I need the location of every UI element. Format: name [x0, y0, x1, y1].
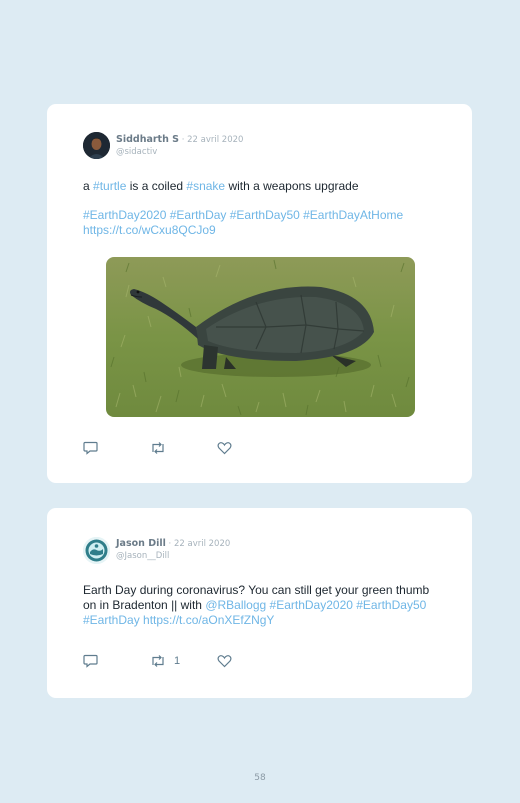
author-handle[interactable]: @Jason__Dill: [116, 551, 169, 561]
retweet-icon: [152, 442, 164, 454]
tweet-card: Siddharth S · 22 avril 2020 @sidactiv a …: [47, 104, 472, 483]
reply-button[interactable]: [83, 653, 98, 669]
avatar[interactable]: [83, 132, 110, 159]
tweet-text-segment: with a weapons upgrade: [225, 179, 359, 193]
author-name[interactable]: Jason Dill · 22 avril 2020: [116, 538, 230, 549]
author-handle[interactable]: @sidactiv: [116, 147, 157, 157]
tweet-text: a #turtle is a coiled #snake with a weap…: [83, 179, 442, 194]
tweet-hashtags: #EarthDay2020 #EarthDay #EarthDay50 #Ear…: [83, 208, 442, 238]
retweet-button[interactable]: 1: [150, 653, 180, 669]
avatar[interactable]: [83, 537, 110, 564]
tweet-text: Earth Day during coronavirus? You can st…: [83, 583, 442, 628]
tweet-link[interactable]: #turtle: [93, 179, 126, 193]
reply-button[interactable]: [83, 440, 98, 456]
tweet-date: · 22 avril 2020: [165, 539, 231, 549]
tweet-text-segment: a: [83, 179, 94, 193]
like-icon: [217, 655, 232, 668]
author-name[interactable]: Siddharth S · 22 avril 2020: [116, 134, 243, 145]
page-number: 58: [254, 773, 266, 783]
like-button[interactable]: [217, 440, 232, 456]
turtle-photo[interactable]: [106, 257, 415, 417]
tweet-date: · 22 avril 2020: [179, 135, 244, 145]
tweet-text-segment: is a coiled: [126, 179, 187, 193]
tweet-link[interactable]: #EarthDay2020 #EarthDay #EarthDay50 #Ear…: [83, 208, 403, 237]
retweet-icon: [152, 655, 164, 667]
tweet-card: Jason Dill · 22 avril 2020 @Jason__Dill …: [47, 508, 472, 698]
like-icon: [217, 442, 232, 455]
reply-icon: [83, 654, 98, 668]
reply-icon: [83, 441, 98, 455]
like-button[interactable]: [217, 653, 232, 669]
retweet-count: 1: [174, 655, 181, 667]
retweet-button[interactable]: [150, 440, 174, 456]
tweet-link[interactable]: #snake: [186, 179, 225, 193]
